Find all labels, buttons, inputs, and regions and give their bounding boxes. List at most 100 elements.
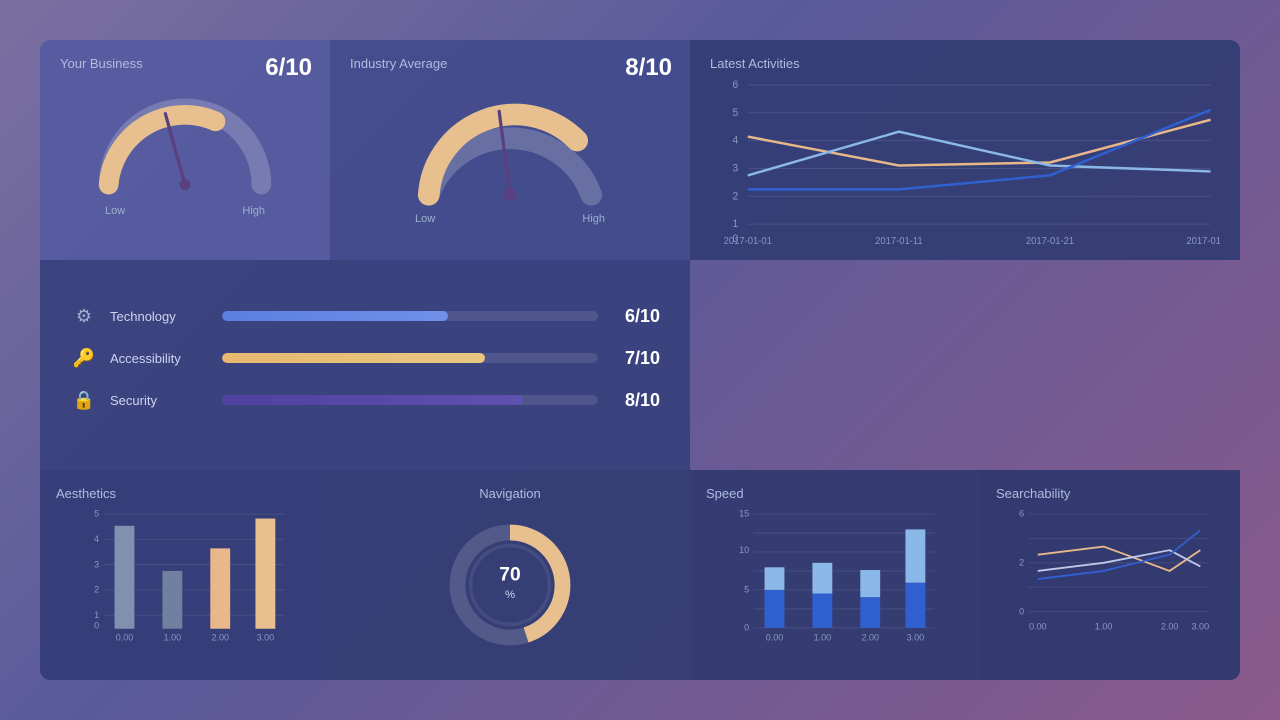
speed-chart: 15 10 5 0 0.00 1.00 bbox=[706, 505, 964, 645]
industry-score: 8/10 bbox=[625, 54, 672, 82]
speed-bar-2-top bbox=[860, 570, 880, 597]
svg-text:70: 70 bbox=[499, 564, 520, 585]
technology-bar-wrap bbox=[222, 311, 598, 321]
svg-text:10: 10 bbox=[739, 545, 749, 555]
svg-text:%: % bbox=[505, 589, 515, 601]
technology-bar bbox=[222, 311, 448, 321]
top-row: Your Business 6/10 Low High bbox=[40, 40, 1240, 260]
svg-text:0.00: 0.00 bbox=[116, 632, 134, 642]
svg-text:2: 2 bbox=[1019, 558, 1024, 568]
svg-text:2017-01-21: 2017-01-21 bbox=[1026, 236, 1074, 244]
svg-text:1.00: 1.00 bbox=[1095, 622, 1113, 632]
bar-3 bbox=[255, 519, 275, 629]
accessibility-bar bbox=[222, 353, 485, 363]
industry-gauge-high: High bbox=[582, 213, 605, 225]
svg-text:0.00: 0.00 bbox=[766, 632, 784, 642]
bar-2 bbox=[210, 548, 230, 628]
gauge-low-label: Low bbox=[105, 205, 125, 217]
bar-0 bbox=[115, 526, 135, 629]
speed-bar-3-bottom bbox=[905, 583, 925, 628]
speed-title: Speed bbox=[706, 486, 964, 501]
svg-text:2017-01-11: 2017-01-11 bbox=[875, 236, 923, 244]
speed-bar-2-bottom bbox=[860, 597, 880, 628]
security-bar-wrap bbox=[222, 395, 598, 405]
svg-text:5: 5 bbox=[94, 509, 99, 519]
svg-text:4: 4 bbox=[733, 134, 739, 146]
svg-text:3: 3 bbox=[94, 559, 99, 569]
aesthetics-chart: 5 4 3 2 1 0 0.00 1.00 2.00 3. bbox=[56, 505, 314, 645]
aesthetics-title: Aesthetics bbox=[56, 486, 314, 501]
your-business-gauge-svg bbox=[85, 81, 285, 201]
industry-gauge-svg bbox=[400, 81, 620, 211]
metrics-panel: ⚙ Technology 6/10 🔑 Accessibility 7/10 🔒… bbox=[40, 260, 690, 470]
activities-title: Latest Activities bbox=[710, 56, 1220, 71]
metric-row-security: 🔒 Security 8/10 bbox=[70, 386, 660, 414]
accessibility-icon: 🔑 bbox=[70, 344, 98, 372]
svg-text:3: 3 bbox=[733, 162, 739, 174]
activities-chart-svg: 6 5 4 3 2 1 0 2017-01-01 bbox=[710, 75, 1220, 244]
industry-gauge-labels: Low High bbox=[415, 213, 605, 225]
svg-text:3.00: 3.00 bbox=[257, 632, 275, 642]
your-business-gauge: Low High bbox=[60, 81, 310, 217]
svg-text:2: 2 bbox=[94, 585, 99, 595]
svg-text:0: 0 bbox=[744, 623, 749, 633]
svg-text:6: 6 bbox=[733, 79, 739, 91]
industry-title: Industry Average bbox=[350, 56, 670, 71]
metric-row-accessibility: 🔑 Accessibility 7/10 bbox=[70, 344, 660, 372]
technology-icon: ⚙ bbox=[70, 302, 98, 330]
your-business-score: 6/10 bbox=[265, 54, 312, 82]
svg-text:1.00: 1.00 bbox=[164, 632, 182, 642]
technology-label: Technology bbox=[110, 309, 210, 324]
svg-text:5: 5 bbox=[733, 107, 739, 119]
svg-text:2.00: 2.00 bbox=[861, 632, 879, 642]
bar-1 bbox=[162, 571, 182, 629]
accessibility-label: Accessibility bbox=[110, 351, 210, 366]
speed-bar-0-top bbox=[765, 567, 785, 590]
svg-text:1: 1 bbox=[733, 218, 739, 230]
speed-bar-0-bottom bbox=[765, 590, 785, 628]
svg-text:2017-01-31: 2017-01-31 bbox=[1186, 236, 1220, 244]
svg-text:0: 0 bbox=[1019, 606, 1024, 616]
security-label: Security bbox=[110, 393, 210, 408]
searchability-chart: 6 2 0 0.00 1.00 2.00 3.00 bbox=[996, 505, 1224, 645]
searchability-panel: Searchability 6 2 0 bbox=[980, 470, 1240, 680]
activities-panel: Latest Activities 6 5 4 3 2 1 bbox=[690, 40, 1240, 260]
svg-text:1.00: 1.00 bbox=[814, 632, 832, 642]
navigation-panel: Navigation 70 % bbox=[330, 470, 690, 680]
security-icon: 🔒 bbox=[70, 386, 98, 414]
svg-text:6: 6 bbox=[1019, 509, 1024, 519]
security-bar bbox=[222, 395, 523, 405]
searchability-title: Searchability bbox=[996, 486, 1224, 501]
technology-score: 6/10 bbox=[610, 306, 660, 327]
gauge-high-label: High bbox=[242, 205, 265, 217]
speed-bar-3-top bbox=[905, 529, 925, 582]
speed-panel: Speed 15 10 5 0 bbox=[690, 470, 980, 680]
accessibility-score: 7/10 bbox=[610, 348, 660, 369]
svg-text:2.00: 2.00 bbox=[211, 632, 229, 642]
speed-bar-1-bottom bbox=[812, 594, 832, 628]
dashboard: Your Business 6/10 Low High bbox=[40, 40, 1240, 680]
svg-text:2: 2 bbox=[733, 190, 739, 202]
speed-bar-1-top bbox=[812, 563, 832, 594]
navigation-donut-container: 70 % bbox=[440, 505, 580, 664]
svg-text:3.00: 3.00 bbox=[1192, 622, 1210, 632]
your-business-panel: Your Business 6/10 Low High bbox=[40, 40, 330, 260]
svg-text:0.00: 0.00 bbox=[1029, 622, 1047, 632]
navigation-donut-svg: 70 % bbox=[440, 515, 580, 655]
bottom-row: Aesthetics 5 4 3 2 1 0 bbox=[40, 470, 1240, 680]
security-score: 8/10 bbox=[610, 390, 660, 411]
svg-text:3.00: 3.00 bbox=[907, 632, 925, 642]
industry-panel: Industry Average 8/10 Low High bbox=[330, 40, 690, 260]
svg-text:4: 4 bbox=[94, 534, 99, 544]
svg-text:2017-01-01: 2017-01-01 bbox=[724, 236, 772, 244]
svg-text:2.00: 2.00 bbox=[1161, 622, 1179, 632]
metric-row-technology: ⚙ Technology 6/10 bbox=[70, 302, 660, 330]
activities-spacer bbox=[690, 260, 1240, 470]
svg-text:1: 1 bbox=[94, 610, 99, 620]
navigation-title: Navigation bbox=[479, 486, 540, 501]
industry-gauge: Low High bbox=[350, 81, 670, 225]
svg-text:15: 15 bbox=[739, 509, 749, 519]
svg-text:0: 0 bbox=[94, 621, 99, 631]
industry-gauge-low: Low bbox=[415, 213, 435, 225]
svg-text:5: 5 bbox=[744, 585, 749, 595]
